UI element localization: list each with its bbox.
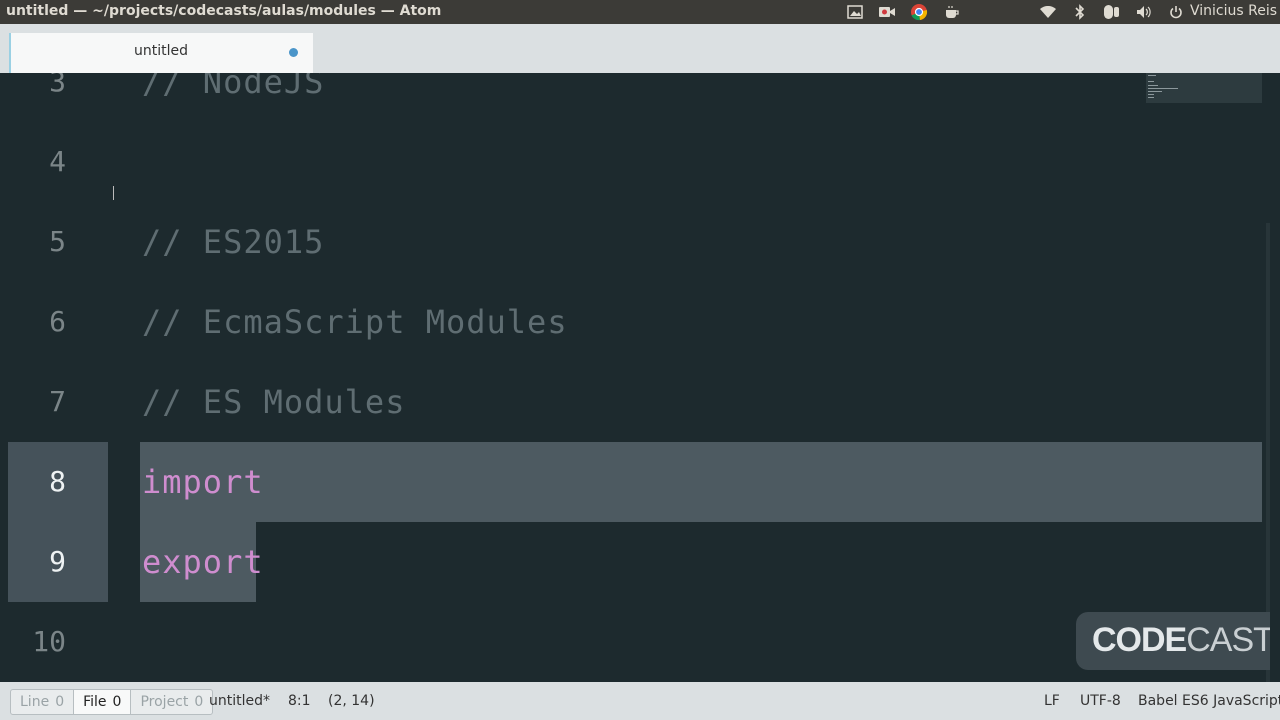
status-line-ending[interactable]: LF (1044, 693, 1060, 709)
minimap-line (1148, 75, 1156, 76)
tab-bar: untitled (0, 24, 1280, 73)
minimap-line (1148, 97, 1154, 98)
line-number: 5 (49, 225, 66, 258)
status-encoding[interactable]: UTF-8 (1080, 693, 1121, 709)
line-number-gutter[interactable]: 3 4 5 6 7 8 9 10 (8, 73, 108, 682)
video-camera-icon[interactable] (877, 3, 897, 21)
minimap-line (1148, 94, 1154, 95)
code-line[interactable]: // ES Modules (142, 383, 405, 421)
window-title: untitled — ~/projects/codecasts/aulas/mo… (6, 3, 442, 19)
minimap[interactable] (1146, 73, 1262, 103)
status-filename[interactable]: untitled* (209, 693, 270, 709)
code-line[interactable]: // NodeJS (142, 73, 324, 101)
coffee-icon[interactable] (943, 3, 961, 21)
status-cursor-position[interactable]: 8:1 (288, 693, 311, 709)
code-line[interactable]: // EcmaScript Modules (142, 303, 568, 341)
minimap-line (1148, 88, 1178, 89)
minimap-line (1148, 91, 1162, 92)
wifi-icon[interactable] (1039, 3, 1057, 21)
line-number: 10 (32, 625, 66, 658)
status-bar: Line 0 File 0 Project 0 untitled* 8:1 (2, 1… (0, 682, 1280, 720)
minimap-line (1148, 85, 1158, 86)
find-scope-selector: Line 0 File 0 Project 0 (10, 689, 214, 715)
code-editor[interactable]: 3 4 5 6 7 8 9 10 // NodeJS // ES2015 // … (8, 73, 1270, 682)
system-top-bar: untitled — ~/projects/codecasts/aulas/mo… (0, 0, 1280, 24)
power-icon[interactable] (1168, 3, 1184, 21)
line-count-toggle[interactable]: Line 0 (11, 690, 75, 714)
status-grammar[interactable]: Babel ES6 JavaScript (1138, 693, 1280, 709)
line-number: 4 (49, 145, 66, 178)
tab-title: untitled (133, 43, 188, 59)
line-number-active: 9 (49, 545, 66, 578)
volume-icon[interactable] (1135, 3, 1153, 21)
image-icon[interactable] (846, 3, 864, 21)
modified-dot-icon[interactable] (289, 48, 298, 57)
mouse-cursor-ibeam-icon (113, 186, 115, 200)
chrome-icon[interactable] (909, 3, 929, 21)
line-number: 3 (49, 73, 66, 98)
project-count-toggle[interactable]: Project 0 (131, 690, 212, 714)
code-line[interactable]: // ES2015 (142, 223, 324, 261)
code-line[interactable]: export (142, 543, 264, 581)
codecasts-watermark: CODECASTS (1076, 612, 1270, 670)
line-number: 7 (49, 385, 66, 418)
code-line[interactable]: import (142, 463, 264, 501)
line-number: 6 (49, 305, 66, 338)
selection-region (140, 442, 1262, 522)
user-menu[interactable]: Vinicius Reis (1190, 3, 1277, 19)
file-count-toggle[interactable]: File 0 (74, 690, 132, 714)
bluetooth-icon[interactable] (1072, 3, 1088, 21)
codecasts-logo: CODECASTS (1092, 621, 1270, 659)
tab-untitled[interactable]: untitled (9, 33, 313, 73)
mouse-icon[interactable] (1101, 3, 1121, 21)
minimap-line (1148, 81, 1154, 82)
status-selection-count: (2, 14) (328, 693, 375, 709)
line-number-active: 8 (49, 465, 66, 498)
